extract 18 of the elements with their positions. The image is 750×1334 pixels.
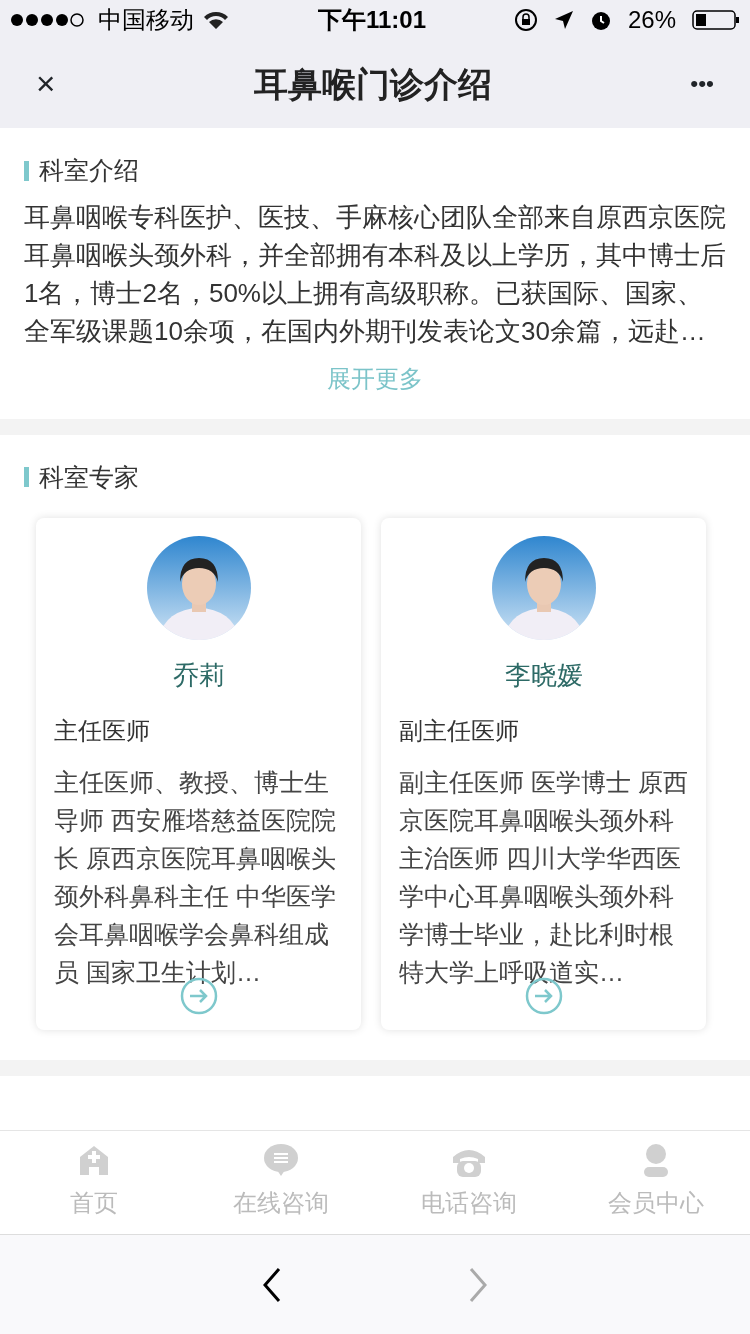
tab-item[interactable]: 电话咨询	[375, 1131, 563, 1234]
tab-item[interactable]: 首页	[0, 1131, 188, 1234]
tab-item[interactable]: 会员中心	[562, 1131, 750, 1234]
doctor-name: 李晓媛	[504, 659, 583, 692]
page-title: 耳鼻喉门诊介绍	[253, 63, 492, 105]
carrier-name: 中国移动	[98, 5, 194, 35]
status-time: 下午11:01	[316, 5, 427, 35]
section-heading: 科室介绍	[39, 155, 139, 186]
battery-percent: 26%	[627, 5, 676, 35]
close-button[interactable]: ×	[30, 61, 62, 107]
more-button[interactable]: •••	[684, 61, 720, 107]
section-heading: 科室专家	[39, 461, 139, 493]
intro-paragraph: 耳鼻咽喉专科医护、医技、手麻核心团队全部来自原西京医院耳鼻咽喉头颈外科，并全部拥有本科及以上学历，其中博士后1名，博士2名，50%以上拥有高级职称。已获国际、国家、全军级课题10余项，在国内外期刊发表论文30余篇，远赴…	[24, 200, 726, 348]
doctor-title: 副主任医师	[399, 716, 520, 746]
doctor-name: 乔莉	[172, 659, 225, 692]
tab-item[interactable]: 在线咨询	[187, 1131, 375, 1234]
doctor-title: 主任医师	[54, 716, 151, 746]
expand-more-link[interactable]: 展开更多	[24, 359, 726, 419]
